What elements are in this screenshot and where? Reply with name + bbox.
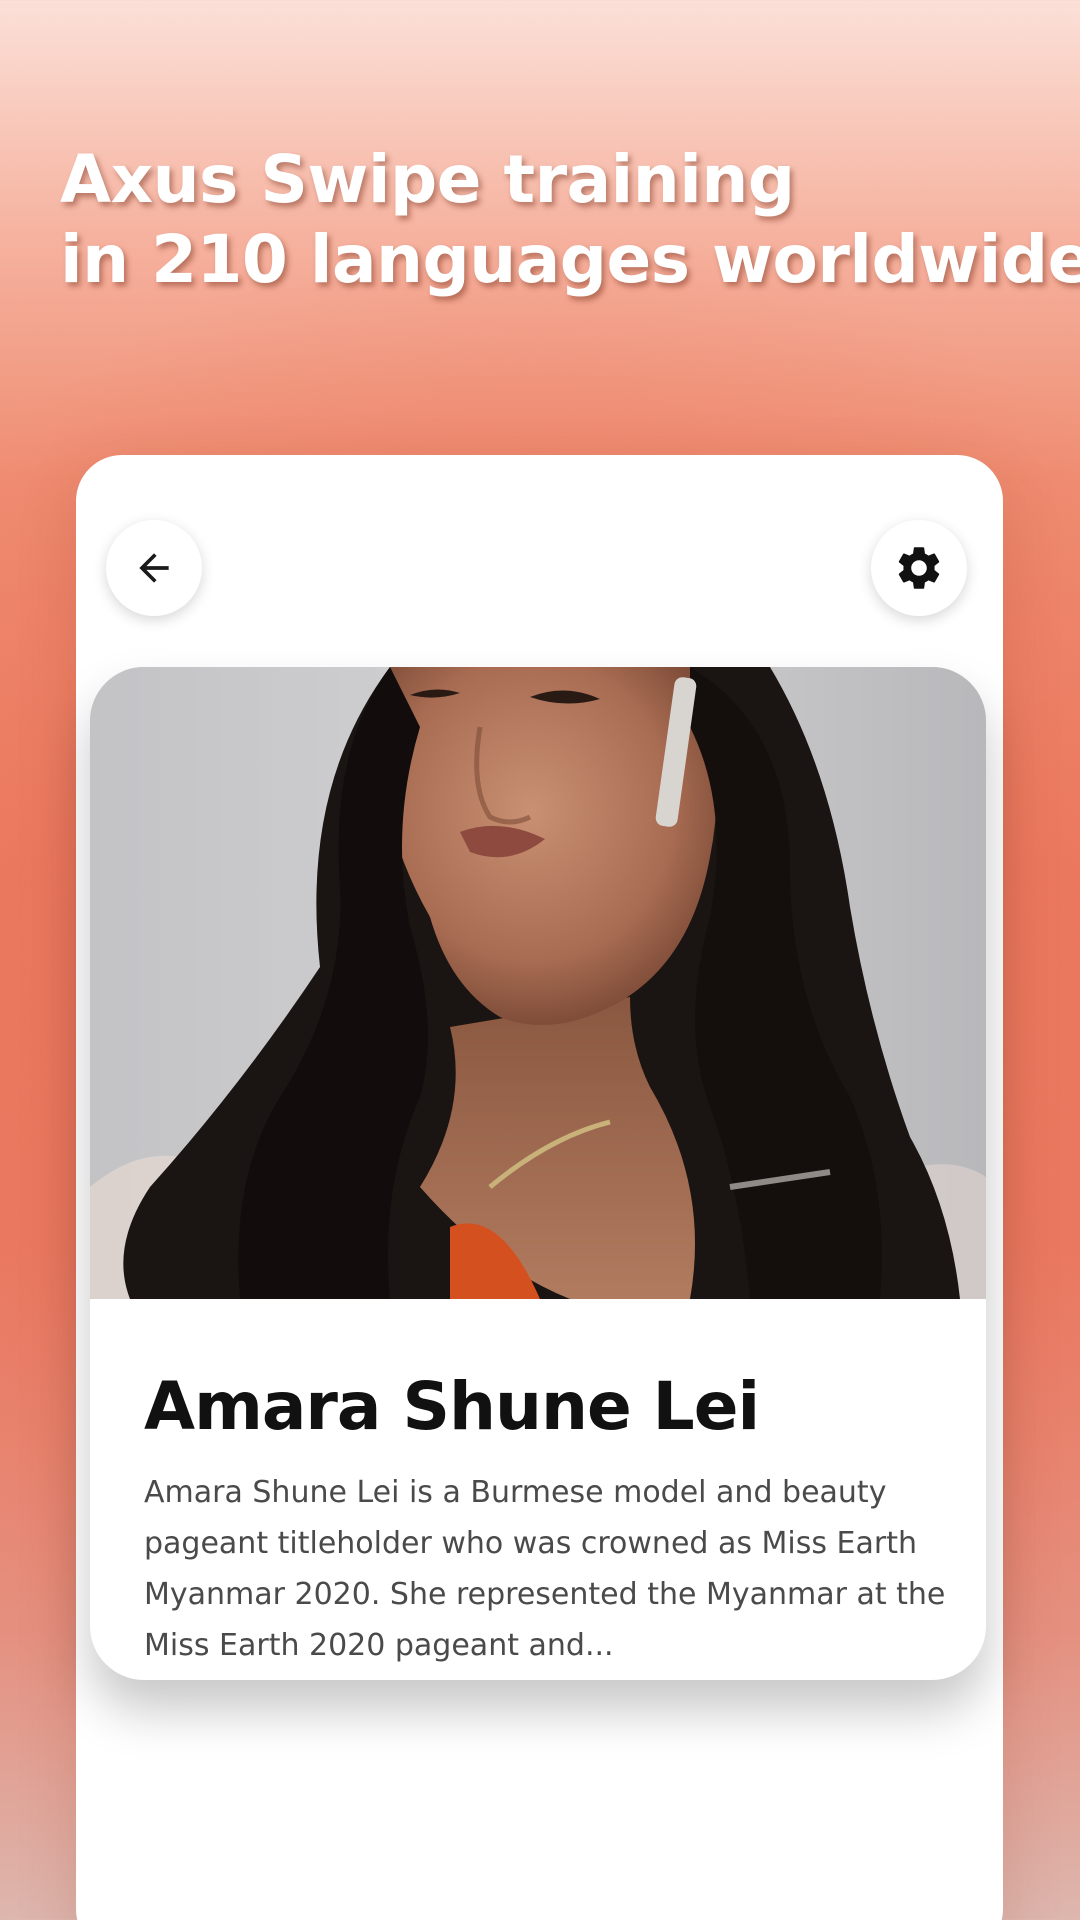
promo-headline: Axus Swipe training in 210 languages wor… xyxy=(60,140,1080,300)
settings-button[interactable] xyxy=(871,520,967,616)
profile-name: Amara Shune Lei xyxy=(144,1368,760,1445)
gear-icon xyxy=(898,547,940,589)
promo-line-2: in 210 languages worldwide xyxy=(60,221,1080,298)
phone-screen: Amara Shune Lei Amara Shune Lei is a Bur… xyxy=(76,455,1003,1920)
back-button[interactable] xyxy=(106,520,202,616)
portrait-image xyxy=(90,667,986,1299)
profile-photo xyxy=(90,667,986,1299)
profile-description: Amara Shune Lei is a Burmese model and b… xyxy=(144,1475,946,1663)
profile-card[interactable]: Amara Shune Lei Amara Shune Lei is a Bur… xyxy=(90,667,986,1680)
arrow-left-icon xyxy=(139,553,169,583)
promo-line-1: Axus Swipe training xyxy=(60,141,795,218)
